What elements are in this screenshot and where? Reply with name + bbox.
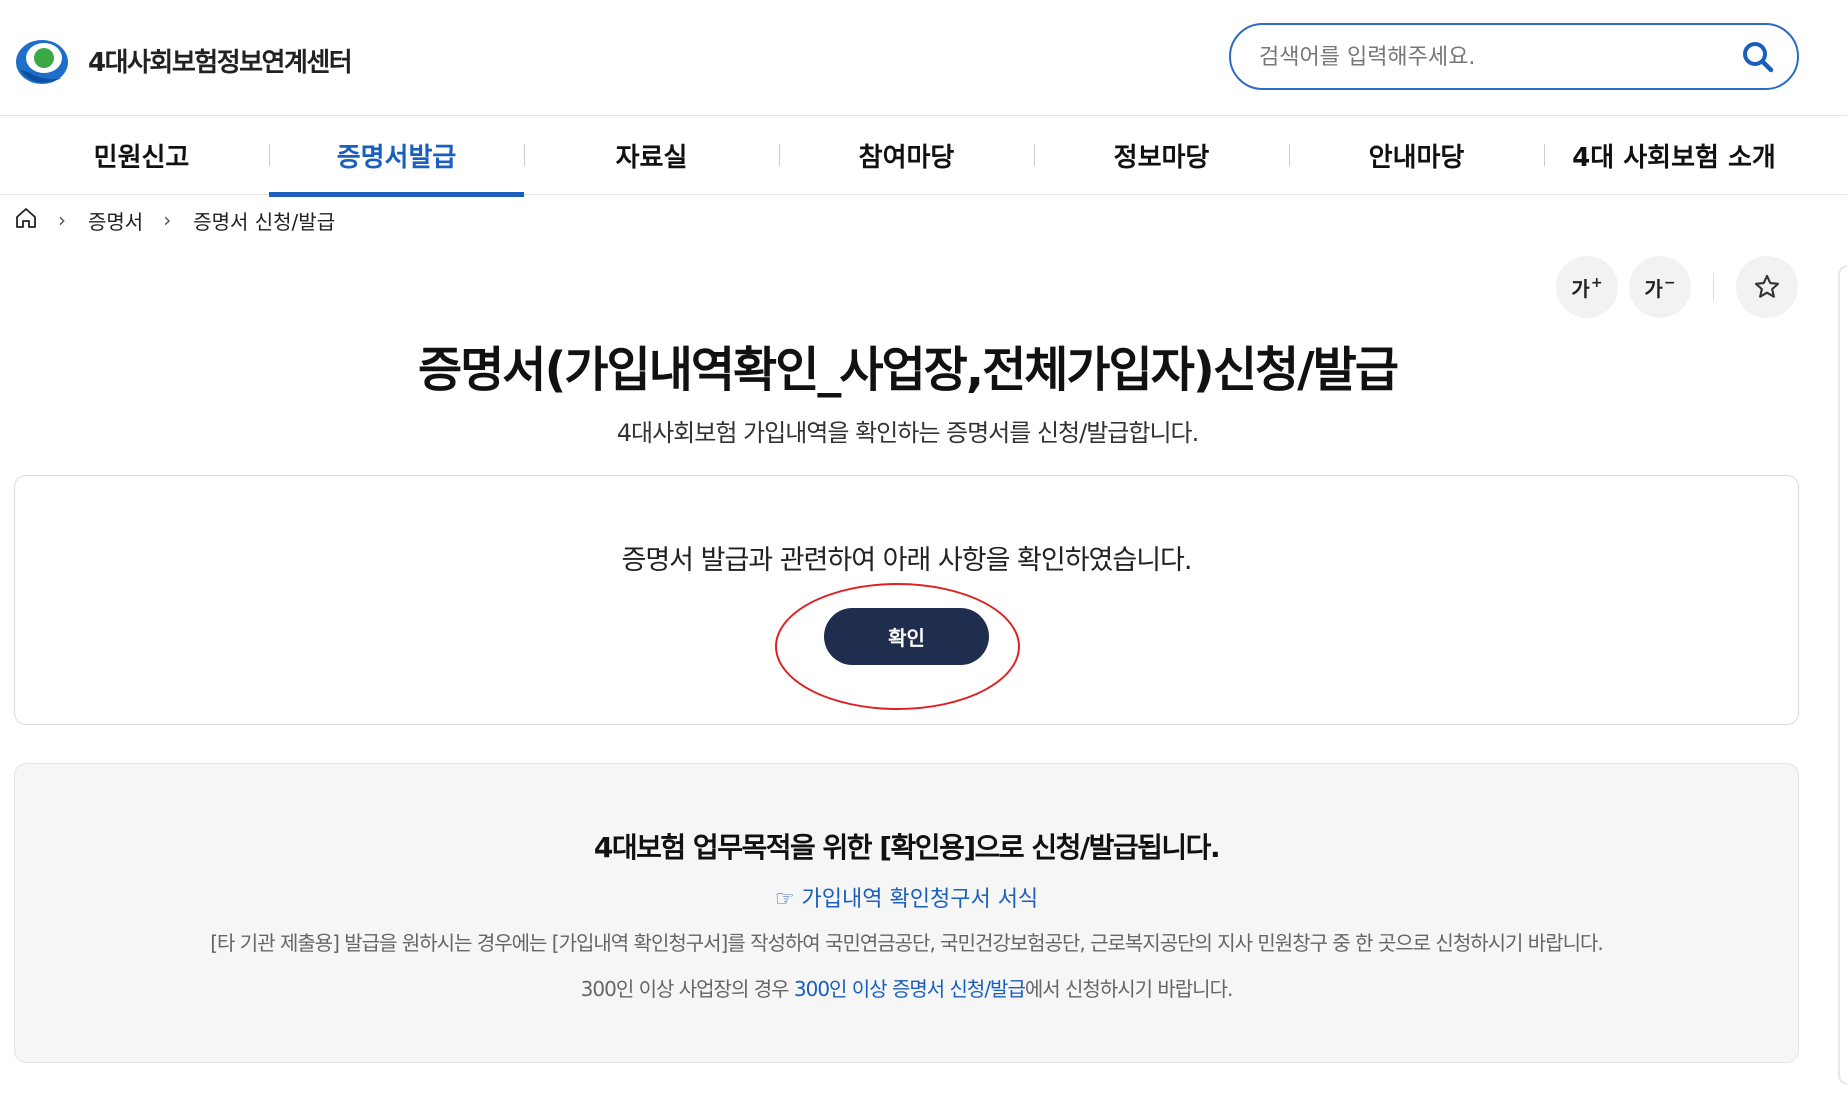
nav-item-about[interactable]: 4대 사회보험 소개 xyxy=(1544,116,1804,194)
confirm-text: 증명서 발급과 관련하여 아래 사항을 확인하였습니다. xyxy=(621,545,1193,576)
search-button[interactable] xyxy=(1739,39,1777,77)
nav-item-information[interactable]: 정보마당 xyxy=(1034,116,1289,194)
nav-item-complaint[interactable]: 민원신고 xyxy=(14,116,269,194)
nav-item-certificate[interactable]: 증명서발급 xyxy=(269,116,524,197)
search-icon xyxy=(1743,41,1774,72)
form-download-link[interactable]: ☞ 가입내역 확인청구서 서식 xyxy=(775,887,1038,912)
breadcrumb-item-current[interactable]: 증명서 신청/발급 xyxy=(193,206,335,235)
info-panel: 4대보험 업무목적을 위한 [확인용]으로 신청/발급됩니다. ☞ 가입내역 확… xyxy=(14,763,1799,1063)
search-input[interactable] xyxy=(1259,37,1719,77)
breadcrumb-item[interactable]: 증명서 xyxy=(88,206,143,235)
confirm-button[interactable]: 확인 xyxy=(824,608,989,665)
large-business-link[interactable]: 300인 이상 증명서 신청/발급 xyxy=(794,977,1026,1001)
nav-item-participation[interactable]: 참여마당 xyxy=(779,116,1034,194)
search-box xyxy=(1229,23,1799,90)
site-logo[interactable]: 4대사회보험정보연계센터 xyxy=(14,30,353,90)
font-increase-label: 가 xyxy=(1571,276,1590,301)
nav-item-guide[interactable]: 안내마당 xyxy=(1289,116,1544,194)
home-icon[interactable] xyxy=(14,206,38,235)
main-nav: 민원신고 증명서발급 자료실 참여마당 정보마당 안내마당 4대 사회보험 소개 xyxy=(0,115,1847,197)
info-text: [타 기관 제출용] 발급을 원하시는 경우에는 [가입내역 확인청구서]를 작… xyxy=(210,931,1604,955)
logo-text: 4대사회보험정보연계센터 xyxy=(88,47,353,78)
logo-icon xyxy=(14,30,74,90)
font-decrease-button[interactable]: 가 − xyxy=(1629,256,1691,318)
info-heading: 4대보험 업무목적을 위한 [확인용]으로 신청/발급됩니다. xyxy=(593,831,1221,864)
confirm-panel: 증명서 발급과 관련하여 아래 사항을 확인하였습니다. 확인 xyxy=(14,475,1799,725)
breadcrumb: › 증명서 › 증명서 신청/발급 xyxy=(14,205,335,235)
header: 4대사회보험정보연계센터 xyxy=(0,0,1847,115)
font-decrease-label: 가 xyxy=(1644,276,1663,301)
info-text2-suffix: 에서 신청하시기 바랍니다. xyxy=(1024,977,1233,1001)
chevron-right-icon: › xyxy=(163,208,172,232)
info-text-large-business: 300인 이상 사업장의 경우 300인 이상 증명서 신청/발급에서 신청하시… xyxy=(15,973,1798,1002)
side-panel-edge xyxy=(1838,265,1847,1085)
favorite-button[interactable] xyxy=(1736,256,1798,318)
minus-icon: − xyxy=(1663,275,1676,291)
font-increase-button[interactable]: 가 + xyxy=(1556,256,1618,318)
chevron-right-icon: › xyxy=(58,208,66,232)
info-text2-prefix: 300인 이상 사업장의 경우 xyxy=(580,977,794,1001)
page-title: 증명서(가입내역확인_사업장,전체가입자)신청/발급 xyxy=(417,342,1399,398)
nav-item-archive[interactable]: 자료실 xyxy=(524,116,779,194)
page-subtitle: 4대사회보험 가입내역을 확인하는 증명서를 신청/발급합니다. xyxy=(616,419,1200,447)
tool-divider xyxy=(1713,273,1714,301)
star-icon xyxy=(1754,274,1780,298)
plus-icon: + xyxy=(1590,275,1603,291)
